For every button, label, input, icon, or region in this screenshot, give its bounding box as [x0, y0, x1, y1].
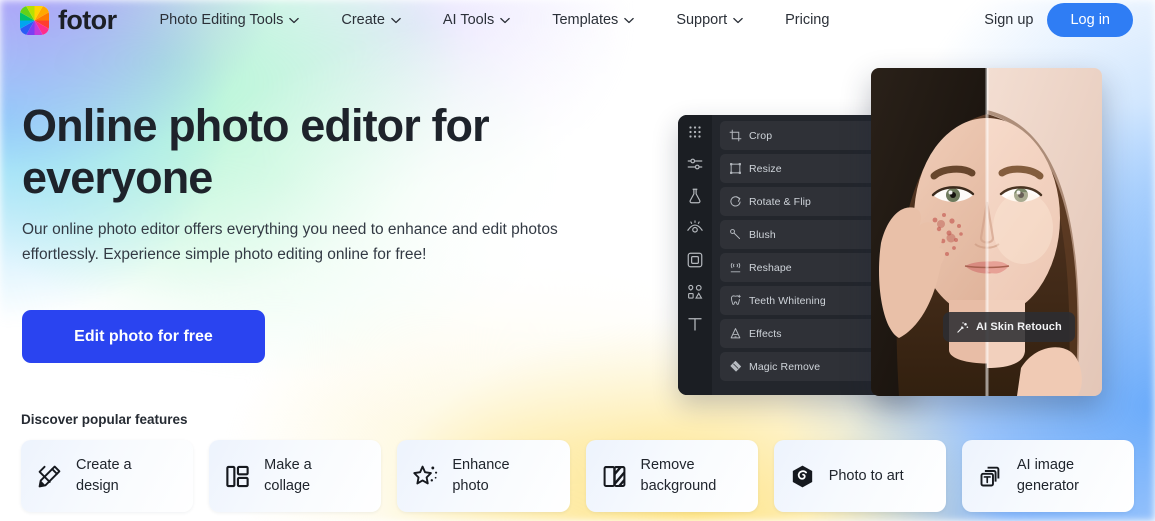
login-button[interactable]: Log in	[1047, 3, 1133, 37]
tooltip-label: AI Skin Retouch	[976, 321, 1062, 333]
nav-item-ai-tools[interactable]: AI Tools	[422, 6, 531, 34]
background-remove-icon	[603, 465, 625, 487]
tool-label: Magic Remove	[749, 360, 821, 373]
feature-card-label: Enhance photo	[452, 457, 510, 494]
nav-item-pricing[interactable]: Pricing	[764, 6, 850, 34]
collage-grid-icon	[226, 465, 249, 487]
tool-label: Rotate & Flip	[749, 195, 811, 208]
features-heading: Discover popular features	[21, 412, 188, 427]
effects-icon	[730, 328, 741, 339]
chevron-down-icon	[624, 17, 635, 23]
nav-item-templates[interactable]: Templates	[531, 6, 655, 34]
nav-label: Photo Editing Tools	[159, 12, 284, 28]
nav-label: Create	[341, 12, 385, 28]
resize-icon	[730, 163, 741, 174]
nav-label: Support	[676, 12, 728, 28]
text-t-icon[interactable]	[686, 315, 704, 333]
hero-title: Online photo editor for everyone	[22, 100, 490, 204]
magic-wand-sparkle-icon	[413, 465, 438, 484]
hero-subtitle: Our online photo editor offers everythin…	[22, 221, 558, 264]
feature-card-enhance-photo[interactable]: Enhance photo	[397, 440, 570, 512]
flask-icon[interactable]	[686, 187, 704, 205]
rotate-icon	[730, 196, 741, 207]
tool-label: Effects	[749, 327, 782, 340]
sliders-icon[interactable]	[686, 155, 704, 173]
pencil-ruler-icon	[38, 465, 61, 487]
tool-label: Crop	[749, 129, 773, 142]
before-after-photo	[871, 68, 1102, 396]
feature-card-remove-background[interactable]: Remove background	[585, 440, 758, 512]
reshape-icon	[730, 262, 741, 273]
feature-card-label: AI image generator	[1016, 457, 1079, 494]
crop-icon	[729, 129, 742, 142]
feature-card-ai-image-generator[interactable]: AI image generator	[961, 440, 1135, 512]
frame-icon[interactable]	[686, 251, 704, 269]
account-actions: Sign up Log in	[970, 3, 1133, 37]
feature-card-make-a-collage[interactable]: Make a collage	[209, 440, 382, 512]
tool-label: Reshape	[749, 261, 792, 274]
feature-card-create-a-design[interactable]: Create a design	[21, 440, 194, 512]
popular-features-section: Discover popular features Create a desig…	[0, 412, 1155, 512]
tool-label: Teeth Whitening	[749, 294, 826, 307]
site-header: fotor Photo Editing Tools Create AI Tool…	[0, 0, 1155, 40]
nav-item-photo-editing-tools[interactable]: Photo Editing Tools	[138, 6, 320, 34]
color-wheel-logo-icon	[20, 5, 49, 35]
hexagon-swirl-icon	[792, 465, 812, 487]
feature-card-label: Create a design	[76, 457, 132, 494]
nav-label: AI Tools	[442, 12, 495, 28]
editor-tool-rail	[678, 115, 712, 395]
feature-card-label: Photo to art	[828, 467, 904, 484]
fotor-landing-page: fotor Photo Editing Tools Create AI Tool…	[0, 0, 1155, 521]
feature-card-photo-to-art[interactable]: Photo to art	[773, 440, 946, 512]
nav-label: Templates	[552, 12, 619, 28]
ai-skin-retouch-tooltip[interactable]: AI Skin Retouch	[943, 312, 1075, 342]
feature-card-label: Make a collage	[264, 457, 312, 494]
chevron-down-icon	[391, 17, 401, 23]
grid-dots-icon[interactable]	[686, 123, 704, 141]
chevron-down-icon	[733, 17, 743, 23]
chevron-down-icon	[500, 17, 511, 23]
brand-name: fotor	[58, 4, 117, 35]
feature-card-label: Remove background	[640, 457, 717, 494]
hero-visual: Crop Resize Rotate & Flip Blush Reshape	[678, 68, 1102, 396]
tooth-icon	[730, 294, 741, 305]
signup-link[interactable]: Sign up	[970, 6, 1047, 34]
nav-label: Pricing	[785, 12, 830, 28]
portrait-retouch-image	[871, 68, 1102, 396]
nav-item-create[interactable]: Create	[320, 6, 422, 34]
brand-logo[interactable]: fotor	[20, 4, 117, 35]
edit-photo-for-free-button[interactable]: Edit photo for free	[22, 310, 265, 363]
eraser-icon	[730, 360, 742, 372]
tool-label: Blush	[749, 228, 776, 241]
chevron-down-icon	[289, 17, 300, 23]
nav-item-support[interactable]: Support	[655, 6, 764, 34]
tool-label: Resize	[749, 162, 782, 175]
shapes-icon[interactable]	[686, 283, 704, 301]
main-navigation: Photo Editing Tools Create AI Tools Temp…	[138, 6, 970, 34]
eye-icon[interactable]	[686, 219, 704, 237]
blush-icon	[730, 229, 741, 240]
feature-card-list: Create a design Make a collage Enhance p…	[21, 440, 1135, 512]
ai-sparkle-brush-icon	[957, 321, 969, 333]
ai-image-stack-icon	[980, 466, 1000, 486]
